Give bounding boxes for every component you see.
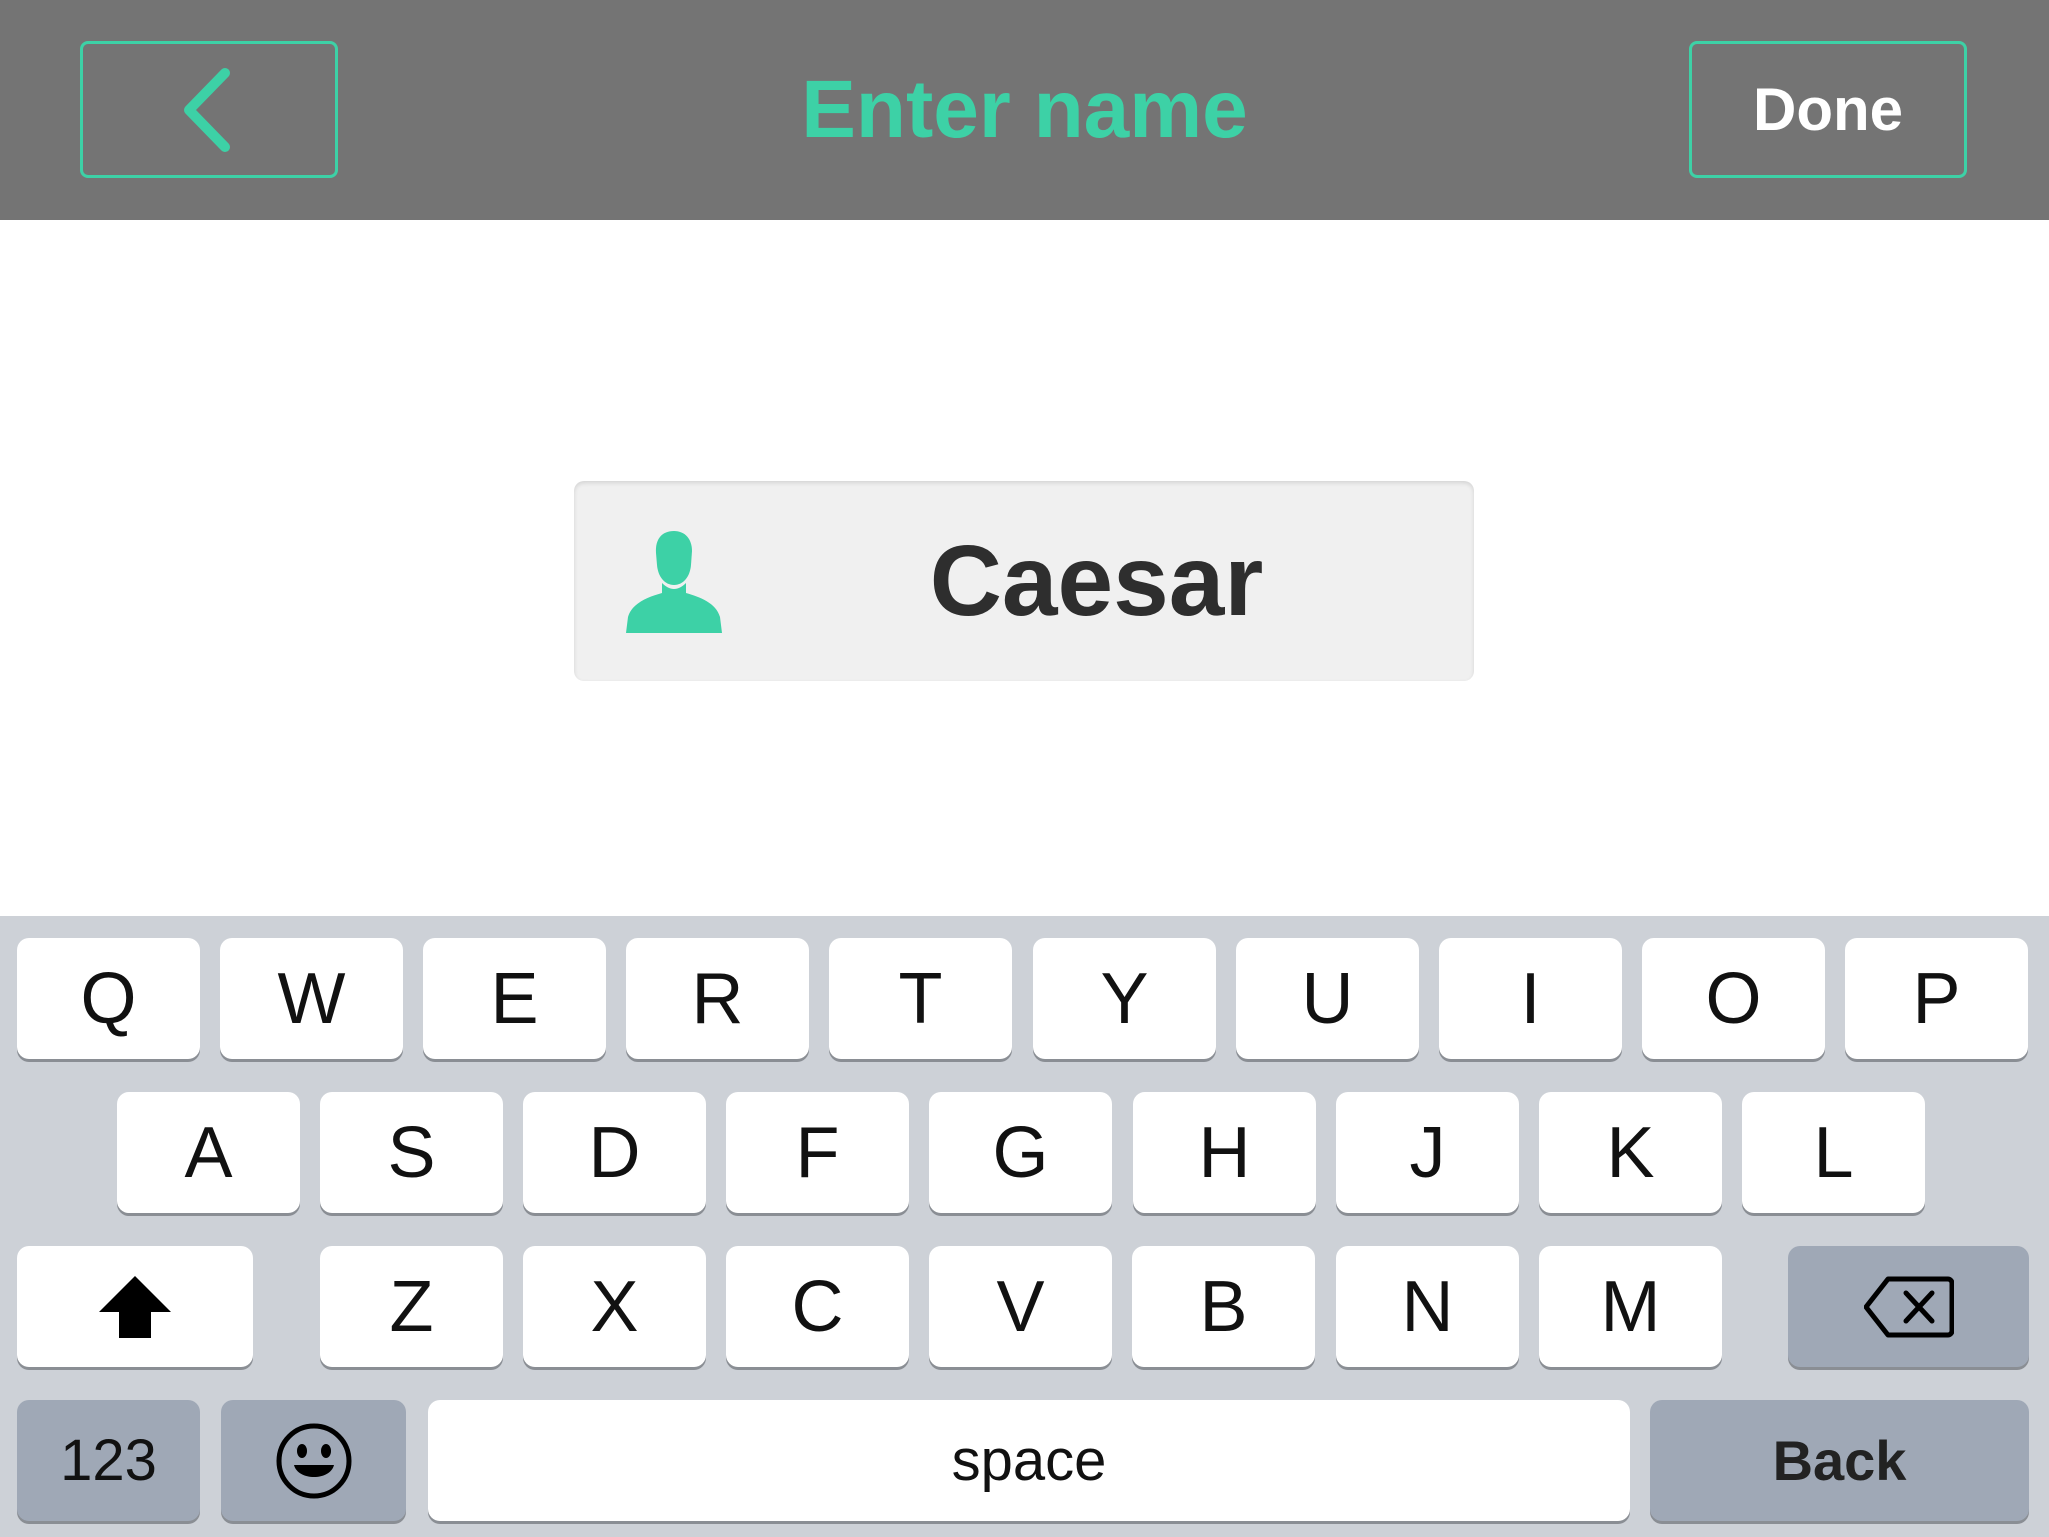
key-g[interactable]: G (929, 1092, 1112, 1213)
key-s[interactable]: S (320, 1092, 503, 1213)
key-j[interactable]: J (1336, 1092, 1519, 1213)
key-b[interactable]: B (1132, 1246, 1315, 1367)
key-k[interactable]: K (1539, 1092, 1722, 1213)
back-key[interactable]: Back (1650, 1400, 2029, 1521)
key-y[interactable]: Y (1033, 938, 1216, 1059)
done-button[interactable]: Done (1689, 41, 1967, 178)
chevron-left-icon (184, 67, 230, 152)
name-value: Caesar (929, 524, 1264, 637)
key-q[interactable]: Q (17, 938, 200, 1059)
key-l[interactable]: L (1742, 1092, 1925, 1213)
key-m[interactable]: M (1539, 1246, 1722, 1367)
key-u[interactable]: U (1236, 938, 1419, 1059)
back-button[interactable] (80, 41, 338, 178)
numbers-key[interactable]: 123 (17, 1400, 200, 1521)
key-p[interactable]: P (1845, 938, 2028, 1059)
key-i[interactable]: I (1439, 938, 1622, 1059)
person-icon (626, 531, 722, 633)
key-e[interactable]: E (423, 938, 606, 1059)
key-w[interactable]: W (220, 938, 403, 1059)
space-key[interactable]: space (428, 1400, 1630, 1521)
key-r[interactable]: R (626, 938, 809, 1059)
top-bar: Enter name Done (0, 0, 2049, 220)
key-a[interactable]: A (117, 1092, 300, 1213)
key-f[interactable]: F (726, 1092, 909, 1213)
key-z[interactable]: Z (320, 1246, 503, 1367)
key-t[interactable]: T (829, 938, 1012, 1059)
backspace-icon (1863, 1276, 1954, 1337)
key-h[interactable]: H (1133, 1092, 1316, 1213)
key-d[interactable]: D (523, 1092, 706, 1213)
key-c[interactable]: C (726, 1246, 909, 1367)
shift-key[interactable] (17, 1246, 253, 1367)
key-x[interactable]: X (523, 1246, 706, 1367)
key-n[interactable]: N (1336, 1246, 1519, 1367)
delete-key[interactable] (1788, 1246, 2029, 1367)
name-input[interactable]: Caesar (574, 481, 1474, 681)
key-o[interactable]: O (1642, 938, 1825, 1059)
emoji-smiley-icon (276, 1423, 351, 1498)
shift-arrow-icon (99, 1275, 171, 1338)
emoji-key[interactable] (221, 1400, 406, 1521)
key-v[interactable]: V (929, 1246, 1112, 1367)
on-screen-keyboard: 123 space Back QWERTYUIOP ASDFGHJKL ZXCVBN… (0, 916, 2049, 1537)
